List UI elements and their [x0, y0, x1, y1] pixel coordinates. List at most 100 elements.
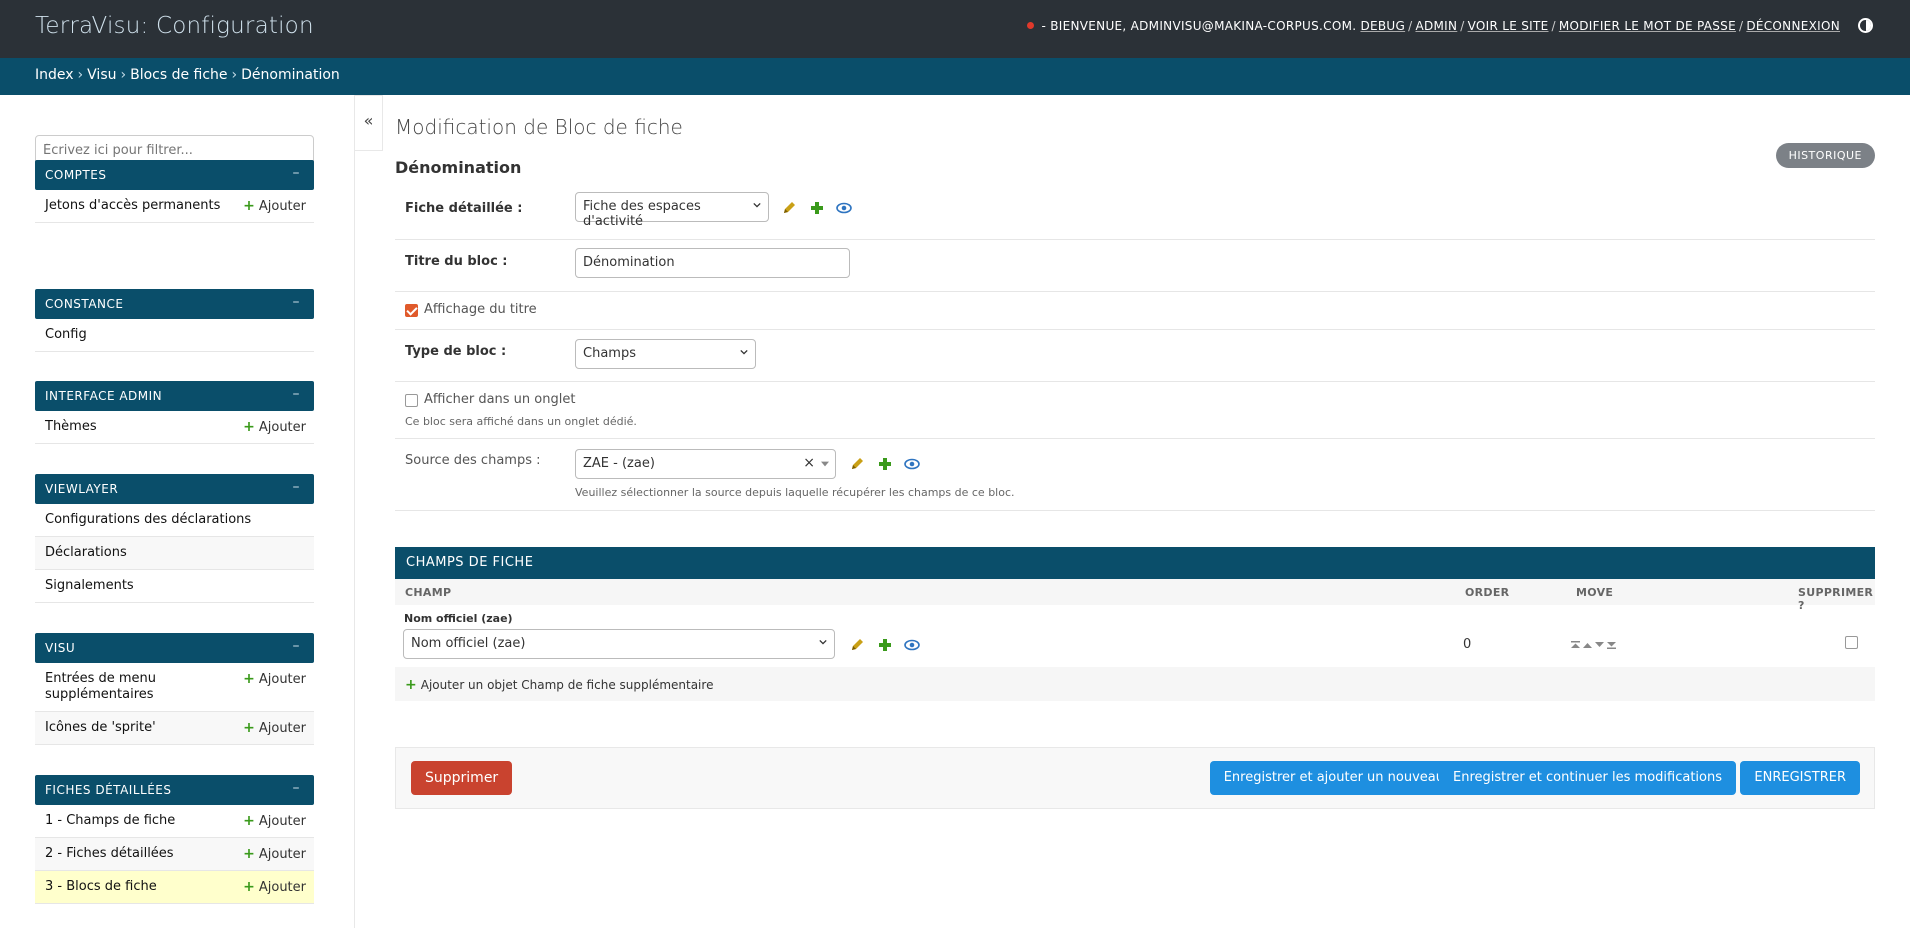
fieldset-title: Dénomination: [395, 158, 522, 177]
collapse-icon[interactable]: –: [293, 479, 301, 495]
admin-link[interactable]: ADMIN: [1415, 19, 1457, 33]
breadcrumb-current: Dénomination: [241, 67, 340, 83]
add-link[interactable]: + Ajouter: [243, 813, 306, 829]
breadcrumb-blocs[interactable]: Blocs de fiche: [130, 67, 227, 83]
move-arrows-icon[interactable]: [1571, 641, 1619, 649]
module-caption[interactable]: VISU –: [35, 633, 314, 663]
fiche-label: Fiche détaillée :: [405, 201, 523, 216]
pencil-icon[interactable]: [849, 637, 865, 653]
titre-input[interactable]: Dénomination: [575, 248, 850, 278]
add-link[interactable]: + Ajouter: [243, 846, 306, 862]
column-order: ORDER: [1465, 586, 1510, 599]
sidebar-item-icones-sprite[interactable]: Icônes de 'sprite' + Ajouter: [35, 712, 314, 745]
add-link[interactable]: + Ajouter: [243, 720, 306, 736]
pencil-icon[interactable]: [781, 200, 797, 216]
form-row-type: Type de bloc : Champs: [395, 330, 1875, 382]
module-visu: VISU – Entrées de menu supplémentaires + Aj…: [35, 633, 314, 745]
onglet-label[interactable]: Afficher dans un onglet: [424, 392, 575, 407]
champ-select[interactable]: Nom officiel (zae): [403, 629, 835, 659]
sidebar-item-jetons[interactable]: Jetons d'accès permanents + Ajouter: [35, 190, 314, 223]
chevron-down-icon: [753, 202, 761, 208]
sidebar: COMPTES– Jetons d'accès permanents+Ajout…: [0, 95, 355, 928]
save-continue-button[interactable]: Enregistrer et continuer les modificatio…: [1439, 761, 1736, 795]
sidebar-item-fiches-detaillees[interactable]: 2 - Fiches détaillées + Ajouter: [35, 838, 314, 871]
collapse-icon[interactable]: –: [293, 638, 301, 654]
plus-icon[interactable]: [877, 637, 893, 653]
form-row-source: Source des champs : ZAE - (zae) × Veuill…: [395, 439, 1875, 511]
module-caption[interactable]: CONSTANCE –: [35, 289, 314, 319]
logout-link[interactable]: DÉCONNEXION: [1746, 19, 1840, 33]
inline-champs-fiche: CHAMPS DE FICHE CHAMP ORDER MOVE SUPPRIM…: [395, 547, 1875, 701]
sidebar-item-themes[interactable]: Thèmes + Ajouter: [35, 411, 314, 444]
fiche-select[interactable]: Fiche des espaces d'activité: [575, 192, 769, 229]
module-caption[interactable]: FICHES DÉTAILLÉES –: [35, 775, 314, 805]
sidebar-item-blocs-fiche[interactable]: 3 - Blocs de fiche + Ajouter: [35, 871, 314, 904]
page-title: Modification de Bloc de fiche: [395, 115, 683, 139]
chevron-down-icon: [740, 349, 748, 355]
affichage-label[interactable]: Affichage du titre: [424, 302, 537, 317]
eye-icon[interactable]: [904, 637, 920, 653]
form-row-affichage: Affichage du titre: [395, 292, 1875, 330]
sidebar-item-entrees-menu[interactable]: Entrées de menu supplémentaires + Ajouter: [35, 663, 314, 712]
add-link[interactable]: + Ajouter: [243, 198, 306, 214]
header: TerraVisu: Configuration - BIENVENUE, AD…: [0, 0, 1910, 58]
type-select[interactable]: Champs: [575, 339, 756, 369]
delete-row-checkbox[interactable]: [1845, 636, 1858, 649]
site-brand[interactable]: TerraVisu: Configuration: [35, 13, 314, 39]
chevron-down-icon: [819, 639, 827, 645]
module-constance: CONSTANCE – Config: [35, 289, 314, 352]
theme-toggle-icon[interactable]: [1858, 18, 1873, 33]
module-caption[interactable]: INTERFACE ADMIN –: [35, 381, 314, 411]
module-fiches-detaillees: FICHES DÉTAILLÉES – 1 - Champs de fiche + A…: [35, 775, 314, 904]
caret-down-icon: [821, 461, 829, 467]
save-button[interactable]: ENREGISTRER: [1740, 761, 1860, 795]
collapse-icon[interactable]: –: [293, 780, 301, 796]
welcome-text: - BIENVENUE, ADMINVISU@MAKINA-CORPUS.COM…: [1041, 19, 1357, 33]
source-select[interactable]: ZAE - (zae) ×: [575, 449, 836, 479]
add-link[interactable]: + Ajouter: [243, 419, 306, 435]
save-add-another-button[interactable]: Enregistrer et ajouter un nouveau: [1209, 761, 1458, 795]
onglet-help: Ce bloc sera affiché dans un onglet dédi…: [405, 415, 637, 428]
pencil-icon[interactable]: [849, 456, 865, 472]
view-site-link[interactable]: VOIR LE SITE: [1468, 19, 1549, 33]
collapse-icon[interactable]: –: [293, 386, 301, 402]
breadcrumb-index[interactable]: Index: [35, 67, 74, 83]
module-caption[interactable]: VIEWLAYER –: [35, 474, 314, 504]
sidebar-item-declarations[interactable]: Déclarations: [35, 537, 314, 570]
user-tools: - BIENVENUE, ADMINVISU@MAKINA-CORPUS.COM…: [1026, 19, 1841, 33]
sidebar-item-config[interactable]: Config: [35, 319, 314, 352]
affichage-checkbox[interactable]: [405, 304, 418, 317]
toggle-sidebar-button[interactable]: «: [355, 95, 383, 151]
collapse-icon[interactable]: –: [293, 294, 301, 310]
module-comptes: COMPTES – Jetons d'accès permanents + Ajout…: [35, 160, 314, 223]
form-row-fiche: Fiche détaillée : Fiche des espaces d'ac…: [395, 190, 1875, 240]
plus-icon[interactable]: [877, 456, 893, 472]
source-help: Veuillez sélectionner la source depuis l…: [575, 486, 1015, 499]
inline-row-label: Nom officiel (zae): [404, 612, 513, 625]
collapse-icon[interactable]: –: [293, 165, 301, 181]
add-inline-row-link[interactable]: + Ajouter un objet Champ de fiche supplém…: [395, 667, 1875, 701]
form-row-onglet: Afficher dans un onglet Ce bloc sera aff…: [395, 382, 1875, 439]
order-value[interactable]: 0: [1463, 637, 1471, 652]
sidebar-item-configurations-declarations[interactable]: Configurations des déclarations: [35, 504, 314, 537]
debug-link[interactable]: DEBUG: [1360, 19, 1405, 33]
module-caption[interactable]: COMPTES –: [35, 160, 314, 190]
column-move: MOVE: [1576, 586, 1614, 599]
plus-icon[interactable]: [809, 200, 825, 216]
inline-table-header: CHAMP ORDER MOVE SUPPRIMER ?: [395, 579, 1875, 612]
breadcrumb-visu[interactable]: Visu: [87, 67, 116, 83]
add-link[interactable]: + Ajouter: [243, 671, 306, 688]
add-link[interactable]: + Ajouter: [243, 879, 306, 895]
eye-icon[interactable]: [836, 200, 852, 216]
source-label: Source des champs :: [405, 453, 541, 468]
delete-button[interactable]: Supprimer: [411, 761, 513, 795]
eye-icon[interactable]: [904, 456, 920, 472]
status-dot-icon: [1026, 22, 1034, 29]
onglet-checkbox[interactable]: [405, 394, 418, 407]
history-button[interactable]: HISTORIQUE: [1775, 143, 1875, 168]
sidebar-item-champs-fiche[interactable]: 1 - Champs de fiche + Ajouter: [35, 805, 314, 838]
sidebar-item-signalements[interactable]: Signalements: [35, 570, 314, 603]
titre-label: Titre du bloc :: [405, 254, 508, 269]
clear-icon[interactable]: ×: [803, 455, 815, 471]
change-password-link[interactable]: MODIFIER LE MOT DE PASSE: [1559, 19, 1736, 33]
